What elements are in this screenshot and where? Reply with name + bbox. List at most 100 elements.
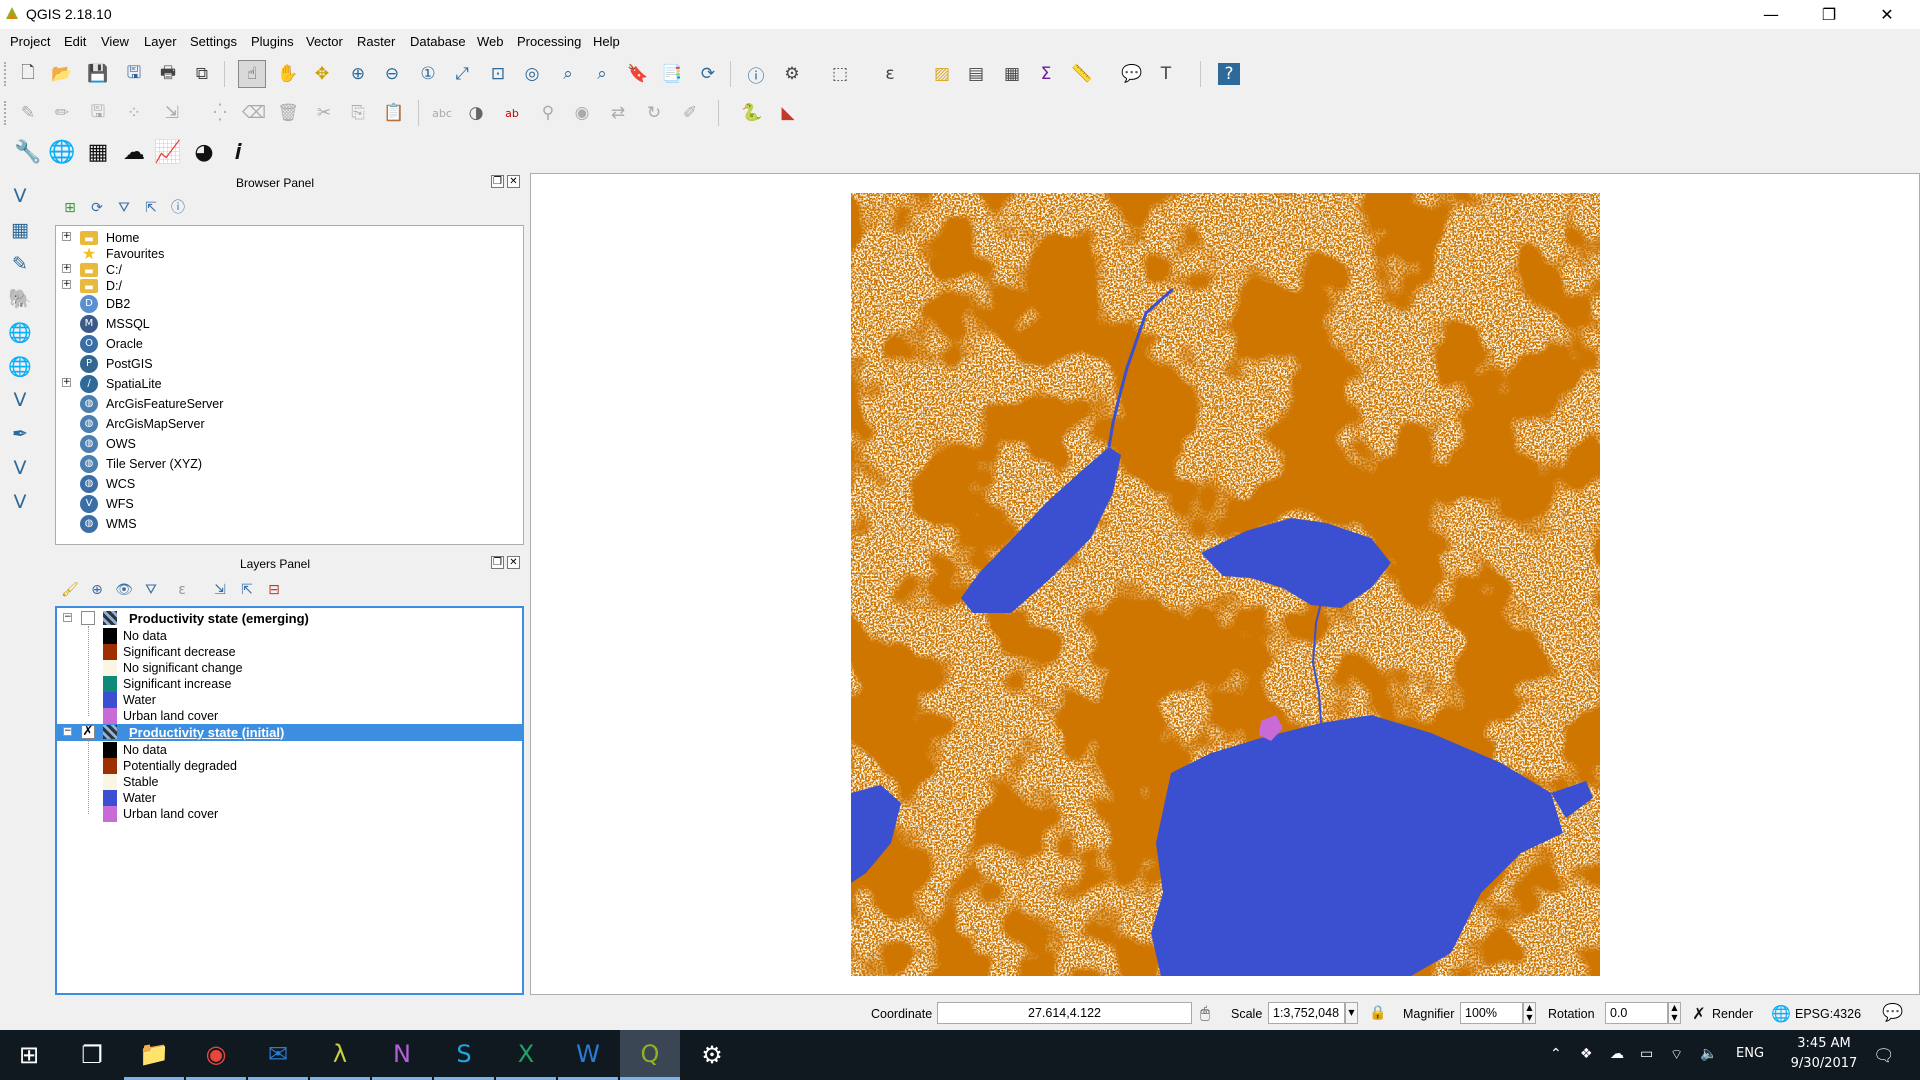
python-console-icon[interactable]: 🐍 <box>738 99 766 127</box>
add-spatialite-layer-icon[interactable]: ✒ <box>6 420 34 448</box>
add-group-icon[interactable]: ⊕ <box>87 580 107 600</box>
line-chart-icon[interactable]: 📈 <box>154 138 182 166</box>
pin-labels-icon[interactable]: ⚲ <box>534 99 562 127</box>
pie-chart-icon[interactable]: ◕ <box>190 138 218 166</box>
browser-item[interactable]: + ▬ D:/ <box>56 276 516 296</box>
menu-plugins[interactable]: Plugins <box>251 34 294 49</box>
add-wms-layer-icon[interactable]: 🌐 <box>6 318 34 346</box>
crs-globe-icon[interactable]: 🌐 <box>1768 999 1794 1027</box>
collapse-toggle-icon[interactable]: − <box>63 727 72 736</box>
show-hide-labels-icon[interactable]: ◉ <box>568 99 596 127</box>
browser-item[interactable]: M MSSQL <box>56 314 516 334</box>
pan-map-icon[interactable]: ✋ <box>274 60 302 88</box>
current-edits-icon[interactable]: ✎ <box>14 99 42 127</box>
deselect-all-icon[interactable]: ▨ <box>928 60 956 88</box>
move-feature-icon[interactable]: ⇲ <box>158 99 186 127</box>
menu-view[interactable]: View <box>101 34 129 49</box>
restore-button[interactable]: ❐ <box>1800 0 1858 29</box>
new-shapefile-layer-icon[interactable]: V <box>6 488 34 516</box>
show-bookmarks-icon[interactable]: 📑 <box>658 60 686 88</box>
notifications-icon[interactable]: 🗨 <box>1873 1046 1895 1066</box>
close-panel-button[interactable]: ✕ <box>507 175 520 188</box>
filter-icon[interactable]: ⛛ <box>114 198 134 218</box>
delete-selected-icon[interactable]: ⌫ <box>240 99 268 127</box>
save-project-icon[interactable]: 💾 <box>84 60 112 88</box>
expand-toggle-icon[interactable]: + <box>62 280 71 289</box>
clock-date[interactable]: 9/30/2017 <box>1784 1056 1864 1071</box>
volume-icon[interactable]: 🔈 <box>1700 1046 1717 1062</box>
file-explorer-icon[interactable]: 📁 <box>124 1030 184 1080</box>
render-checkbox-icon[interactable]: ✗ <box>1688 999 1710 1027</box>
menu-processing[interactable]: Processing <box>517 34 581 49</box>
layer-row[interactable]: − ✗ Productivity state (initial) <box>57 724 522 741</box>
expand-all-icon[interactable]: ⇲ <box>210 580 230 600</box>
collapse-toggle-icon[interactable]: − <box>63 613 72 622</box>
task-view-icon[interactable]: ❐ <box>62 1030 122 1080</box>
identify-features-icon[interactable]: ⓘ <box>742 60 770 88</box>
zoom-full-icon[interactable]: ⤢ <box>448 60 476 88</box>
label-tool-icon[interactable]: abc <box>428 99 456 127</box>
magnifier-field[interactable]: 100% <box>1460 1002 1523 1024</box>
clock-time[interactable]: 3:45 AM <box>1784 1036 1864 1051</box>
menu-web[interactable]: Web <box>477 34 504 49</box>
layers-tree[interactable]: − Productivity state (emerging) No data Sig… <box>55 606 524 995</box>
browser-item[interactable]: ◍ Tile Server (XYZ) <box>56 454 516 474</box>
add-raster-layer-icon[interactable]: ▦ <box>6 216 34 244</box>
add-delimited-text-icon[interactable]: ✎ <box>6 250 34 278</box>
help-contents-icon[interactable]: ? <box>1218 63 1240 85</box>
attribute-table-icon[interactable]: ▤ <box>962 60 990 88</box>
menu-layer[interactable]: Layer <box>144 34 177 49</box>
lock-scale-icon[interactable]: 🔒 <box>1365 999 1391 1027</box>
add-wcs-layer-icon[interactable]: 🌐 <box>6 352 34 380</box>
onedrive-icon[interactable]: ☁ <box>1610 1046 1624 1062</box>
browser-item[interactable]: ◍ ArcGisMapServer <box>56 414 516 434</box>
calculator-icon[interactable]: ▦ <box>84 138 112 166</box>
open-project-icon[interactable]: 📂 <box>48 60 76 88</box>
menu-help[interactable]: Help <box>593 34 620 49</box>
new-project-icon[interactable]: 🗋 <box>14 60 42 88</box>
open-styling-icon[interactable]: 🖌 <box>60 580 80 600</box>
touch-zoom-pan-icon[interactable]: ☝ <box>238 60 266 88</box>
toggle-editing-icon[interactable]: ✏ <box>48 99 76 127</box>
toolbar-grip[interactable] <box>4 62 9 86</box>
new-bookmark-icon[interactable]: 🔖 <box>624 60 652 88</box>
rotation-spin-icon[interactable]: ▲ ▼ <box>1668 1002 1681 1024</box>
refresh-icon[interactable]: ⟳ <box>87 198 107 218</box>
run-action-icon[interactable]: ⚙ <box>778 60 806 88</box>
collapse-all-icon[interactable]: ⇱ <box>141 198 161 218</box>
expand-toggle-icon[interactable]: + <box>62 378 71 387</box>
expand-toggle-icon[interactable]: + <box>62 232 71 241</box>
magnifier-spin-icon[interactable]: ▲ ▼ <box>1523 1002 1536 1024</box>
battery-icon[interactable]: ▭ <box>1640 1046 1653 1062</box>
browser-item[interactable]: O Oracle <box>56 334 516 354</box>
text-annotation-icon[interactable]: T <box>1152 60 1180 88</box>
filter-legend-icon[interactable]: ⛛ <box>141 580 161 600</box>
skype-icon[interactable]: S <box>434 1030 494 1080</box>
browser-item[interactable]: D DB2 <box>56 294 516 314</box>
cut-features-icon[interactable]: ✂ <box>310 99 338 127</box>
menu-database[interactable]: Database <box>410 34 466 49</box>
composer-manager-icon[interactable]: ⧉ <box>188 60 216 88</box>
float-panel-button[interactable]: ❐ <box>491 556 504 569</box>
add-vector-layer-icon[interactable]: V <box>6 182 34 210</box>
zoom-last-icon[interactable]: ⌕ <box>554 60 582 88</box>
menu-settings[interactable]: Settings <box>190 34 237 49</box>
layer-row[interactable]: − Productivity state (emerging) <box>57 610 522 626</box>
browser-item[interactable]: + / SpatiaLite <box>56 374 516 394</box>
select-features-icon[interactable]: ⬚ <box>826 60 854 88</box>
scale-dropdown-icon[interactable]: ▼ <box>1345 1002 1358 1024</box>
menu-project[interactable]: Project <box>10 34 50 49</box>
info-icon[interactable]: 𝒊 <box>224 138 252 166</box>
onenote-icon[interactable]: N <box>372 1030 432 1080</box>
delete-icon[interactable]: 🗑 <box>274 99 302 127</box>
productivity-raster-map[interactable] <box>851 193 1600 976</box>
print-composer-icon[interactable]: 🖶 <box>154 60 182 88</box>
layer-visibility-checkbox[interactable]: ✗ <box>81 725 95 739</box>
chrome-icon[interactable]: ◉ <box>186 1030 246 1080</box>
add-wfs-layer-icon[interactable]: V <box>6 386 34 414</box>
qgis-taskbar-icon[interactable]: Q <box>620 1030 680 1080</box>
browser-item[interactable]: P PostGIS <box>56 354 516 374</box>
menu-vector[interactable]: Vector <box>306 34 343 49</box>
copy-features-icon[interactable]: ⎘ <box>344 99 372 127</box>
zoom-out-icon[interactable]: ⊖ <box>378 60 406 88</box>
